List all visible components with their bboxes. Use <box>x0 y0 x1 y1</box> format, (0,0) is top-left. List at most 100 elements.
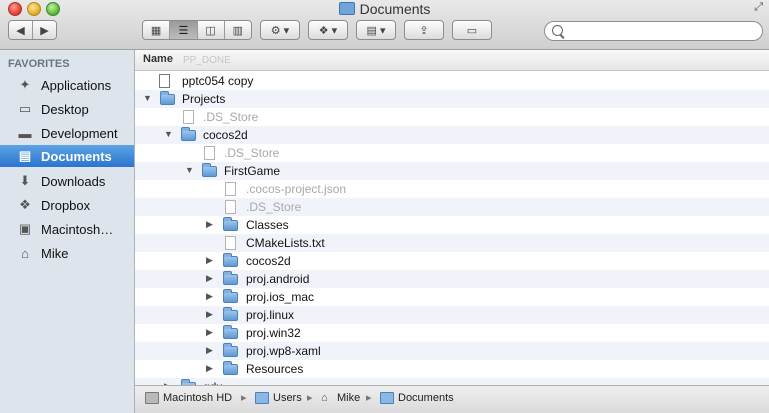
fullscreen-icon[interactable]: ⤢ <box>754 1 763 14</box>
window-title: Documents <box>0 1 769 17</box>
column-view-button[interactable]: ◫ <box>197 21 225 39</box>
path-item-macintosh-hd[interactable]: Macintosh HD <box>145 392 232 404</box>
disclosure-expanded-icon[interactable]: ▼ <box>164 129 174 141</box>
back-button[interactable]: ◀ <box>9 21 33 39</box>
dropbox-button[interactable]: ❖ ▾ <box>308 20 348 40</box>
search-field[interactable] <box>544 21 763 41</box>
tag-icon: ▭ <box>466 24 478 37</box>
list-item-name: Projects <box>182 92 226 106</box>
list-item[interactable]: ▶ Resources <box>135 360 769 378</box>
list-view-button[interactable]: ☰ <box>170 21 198 39</box>
sidebar-item-dropbox[interactable]: ❖ Dropbox <box>0 194 134 216</box>
path-item-label: Documents <box>398 392 454 404</box>
disclosure-collapsed-icon[interactable]: ▶ <box>206 219 216 231</box>
list-item-name: cocos2d <box>203 128 248 142</box>
list-item[interactable]: .DS_Store <box>135 198 769 216</box>
folder-icon <box>255 392 269 404</box>
documents-icon: ▤ <box>18 148 32 163</box>
disclosure-collapsed-icon[interactable]: ▶ <box>206 345 216 357</box>
list-item[interactable]: ▶ proj.wp8-xaml <box>135 342 769 360</box>
sidebar-item-label: Mike <box>41 245 69 261</box>
window-title-text: Documents <box>359 1 431 17</box>
list-item[interactable]: ▼ FirstGame <box>135 162 769 180</box>
disclosure-expanded-icon[interactable]: ▼ <box>185 165 195 177</box>
share-icon: ⇪ <box>419 24 429 37</box>
folder-icon <box>223 307 239 323</box>
list-item-name: .DS_Store <box>203 110 259 124</box>
coverflow-view-button[interactable]: ▥ <box>224 21 251 39</box>
list-item-name: pptc054 copy <box>182 74 254 88</box>
tags-button[interactable]: ▭ <box>452 20 492 40</box>
path-item-users[interactable]: Users <box>255 392 302 404</box>
list-item[interactable]: ▶ proj.ios_mac <box>135 288 769 306</box>
list-item[interactable]: CMakeLists.txt <box>135 234 769 252</box>
sidebar-item-macintosh-hd[interactable]: ▣ Macintosh… <box>0 218 134 240</box>
list-item-name: Resources <box>246 362 304 376</box>
list-item-name: .DS_Store <box>224 146 280 160</box>
arrange-button[interactable]: ▤ ▾ <box>356 20 396 40</box>
downloads-icon: ⬇ <box>19 173 31 188</box>
list-item[interactable]: ▶ proj.win32 <box>135 324 769 342</box>
disclosure-collapsed-icon[interactable]: ▶ <box>206 255 216 267</box>
sidebar-item-label: Downloads <box>41 173 106 189</box>
path-item-mike[interactable]: ⌂ Mike <box>321 392 360 404</box>
folder-icon <box>380 392 394 404</box>
list-item-name: proj.linux <box>246 308 295 322</box>
list-item-name: proj.ios_mac <box>246 290 315 304</box>
sidebar-item-documents[interactable]: ▤ Documents <box>0 145 134 167</box>
icon-view-button[interactable]: ▦ <box>143 21 171 39</box>
sidebar-item-applications[interactable]: ✦ Applications <box>0 74 134 96</box>
folder-icon <box>223 253 239 269</box>
share-button[interactable]: ⇪ <box>404 20 444 40</box>
desktop-icon: ▭ <box>18 101 32 116</box>
forward-button[interactable]: ▶ <box>33 21 56 39</box>
list-item[interactable]: ▶ proj.linux <box>135 306 769 324</box>
list-item[interactable]: ▼ cocos2d <box>135 126 769 144</box>
folder-icon <box>223 343 239 359</box>
list-item[interactable]: pptc054 copy <box>135 72 769 90</box>
path-item-label: Mike <box>337 392 361 404</box>
list-item[interactable]: ▼ Projects <box>135 90 769 108</box>
list-item[interactable]: ▶ cocos2d <box>135 252 769 270</box>
sidebar-item-development[interactable]: ▬ Development <box>0 122 134 144</box>
list-item-name: proj.wp8-xaml <box>246 344 321 358</box>
disclosure-collapsed-icon[interactable]: ▶ <box>206 327 216 339</box>
file-icon <box>223 181 239 197</box>
path-item-documents[interactable]: Documents <box>380 392 454 404</box>
list-item[interactable]: ▶ proj.android <box>135 270 769 288</box>
chevron-right-icon: ▸ <box>241 392 247 404</box>
action-button[interactable]: ⚙ ▾ <box>260 20 300 40</box>
list-item[interactable]: ▶ Classes <box>135 216 769 234</box>
list-item[interactable]: .DS_Store <box>135 144 769 162</box>
title-bar: Documents ⤢ ◀ ▶ ▦ ☰ ◫ ▥ ⚙ ▾ ❖ ▾ ▤ ▾ ⇪ ▭ <box>0 0 769 50</box>
disclosure-collapsed-icon[interactable]: ▶ <box>206 309 216 321</box>
folder-icon <box>223 325 239 341</box>
file-icon <box>202 145 218 161</box>
disclosure-collapsed-icon[interactable]: ▶ <box>206 291 216 303</box>
column-header[interactable]: Name PP_DONE <box>135 50 769 71</box>
list-item[interactable]: .DS_Store <box>135 108 769 126</box>
folder-icon: ▬ <box>18 125 32 141</box>
disclosure-collapsed-icon[interactable]: ▶ <box>206 363 216 375</box>
sidebar-item-label: Development <box>41 125 118 141</box>
disclosure-collapsed-icon[interactable]: ▶ <box>206 273 216 285</box>
sidebar-item-label: Desktop <box>41 101 89 117</box>
sidebar-item-mike[interactable]: ⌂ Mike <box>0 242 134 264</box>
sidebar-heading: FAVORITES <box>8 58 70 70</box>
disclosure-expanded-icon[interactable]: ▼ <box>143 93 153 105</box>
list-item[interactable]: ▶ gdx <box>135 378 769 385</box>
sidebar: FAVORITES ✦ Applications ▭ Desktop ▬ Develo… <box>0 50 135 413</box>
file-icon <box>223 235 239 251</box>
file-icon <box>157 73 173 89</box>
sidebar-item-desktop[interactable]: ▭ Desktop <box>0 98 134 120</box>
folder-icon <box>223 289 239 305</box>
arrange-icon: ▤ ▾ <box>366 24 386 37</box>
name-column-header[interactable]: Name <box>143 53 173 65</box>
file-icon <box>223 199 239 215</box>
folder-icon <box>202 163 218 179</box>
list-item-name: .DS_Store <box>246 200 302 214</box>
list-item[interactable]: .cocos-project.json <box>135 180 769 198</box>
list-item-name: cocos2d <box>246 254 291 268</box>
ghost-column-header: PP_DONE <box>183 55 231 66</box>
sidebar-item-downloads[interactable]: ⬇ Downloads <box>0 170 134 192</box>
